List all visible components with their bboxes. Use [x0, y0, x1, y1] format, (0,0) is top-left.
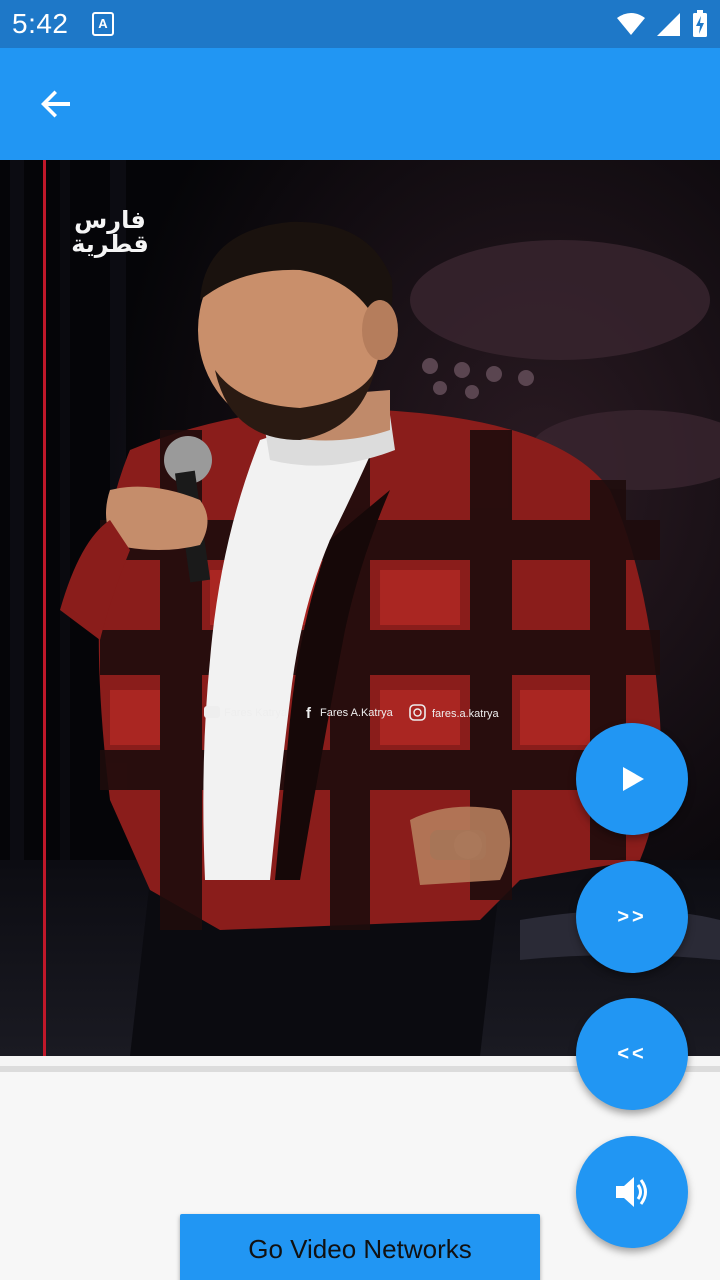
screen: 5:42 A فارس قطرية Fares Katrya f Fares A… — [0, 0, 720, 1280]
accessibility-app-icon: A — [92, 12, 114, 36]
battery-charging-icon — [693, 10, 707, 37]
status-icons — [616, 10, 708, 38]
youtube-icon — [204, 706, 220, 718]
wifi-icon — [617, 13, 645, 35]
volume-icon — [616, 1177, 647, 1207]
arrow-back-icon — [41, 90, 70, 118]
rewind-button[interactable]: << — [576, 998, 688, 1110]
watermark-instagram: fares.a.katrya — [432, 708, 500, 720]
status-time: 5:42 — [12, 8, 69, 39]
watermark-facebook: Fares A.Katrya — [320, 707, 394, 719]
play-button[interactable] — [576, 723, 688, 835]
play-icon — [623, 767, 644, 791]
forward-button[interactable]: >> — [576, 861, 688, 973]
watermark-youtube: Fares Katrya — [224, 707, 288, 719]
go-button-label: Go Video Networks — [248, 1234, 472, 1264]
cellular-signal-icon — [657, 13, 680, 36]
logo-line2: قطرية — [71, 230, 149, 258]
status-bar: 5:42 A — [0, 0, 720, 48]
app-bar — [0, 48, 720, 160]
go-video-networks-button[interactable]: Go Video Networks — [180, 1214, 540, 1280]
back-button[interactable] — [28, 76, 84, 132]
volume-button[interactable] — [576, 1136, 688, 1248]
rewind-label: << — [617, 1042, 647, 1065]
forward-label: >> — [617, 905, 647, 928]
